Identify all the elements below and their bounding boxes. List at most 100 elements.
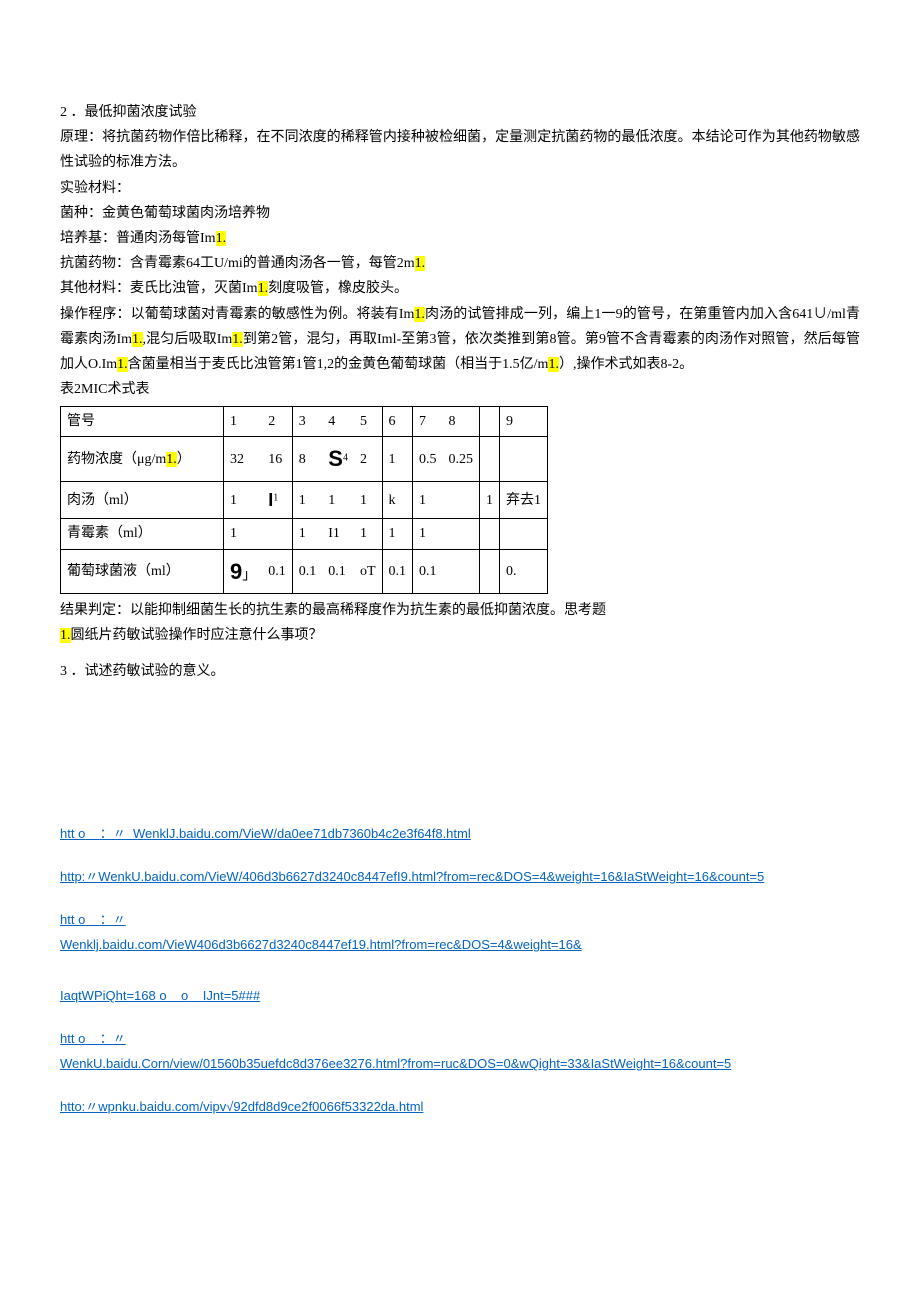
cell: 6 <box>382 407 413 437</box>
link-3[interactable]: htt ο ：〃 Wenklj.baidu.com/VieW406d3b6627… <box>60 912 582 952</box>
cell: 1 <box>480 482 500 519</box>
cell: 1 <box>413 482 443 519</box>
link-4c: WenkU.baidu.Corn/view/01560b35uefdc8d376… <box>60 1056 731 1071</box>
link-block-4: htt ο ：〃 WenkU.baidu.Corn/view/01560b35u… <box>60 1027 860 1077</box>
question-3: 3 ．试述药敏试验的意义。 <box>60 659 860 684</box>
cell <box>480 407 500 437</box>
cell: 1 <box>224 407 263 437</box>
mic-table: 管号 1 2 3 4 5 6 7 8 9 药物浓度（μg/m1.） 32 16 … <box>60 406 548 594</box>
cell <box>480 549 500 594</box>
cell: 弃去1 <box>500 482 548 519</box>
highlight-table-1: 1. <box>166 452 177 467</box>
glyph-9: 9 <box>230 559 242 584</box>
drug-text-a: 抗菌药物：含青霉素64工U/mi的普通肉汤各一管，每管2m <box>60 256 415 271</box>
medium-text-a: 培养基：普通肉汤每管Im <box>60 231 216 246</box>
section-2-title: 2 ．最低抑菌浓度试验 <box>60 100 860 125</box>
cell: 4 <box>322 407 354 437</box>
link-block-5: htto:〃wpnku.baidu.com/vipv√92dfd8d9ce2f0… <box>60 1095 860 1120</box>
table-row: 管号 1 2 3 4 5 6 7 8 9 <box>61 407 548 437</box>
cell: 3 <box>292 407 322 437</box>
cell <box>443 482 480 519</box>
sup-1: 1 <box>273 492 278 503</box>
proc-i: 含菌量相当于麦氏比浊管第1管1,2的金黄色葡萄球菌（相当于1.5亿/m <box>128 357 549 372</box>
link-1[interactable]: htt ο ：〃 WenklJ.baidu.com/VieW/da0ee71db… <box>60 826 471 841</box>
conc-c: ） <box>177 452 191 467</box>
link-5[interactable]: htto:〃wpnku.baidu.com/vipv√92dfd8d9ce2f0… <box>60 1099 423 1114</box>
cell-staph-label: 葡萄球菌液（ml） <box>61 549 224 594</box>
question-1: 1.圆纸片药敏试验操作时应注意什么事项？ <box>60 623 860 648</box>
cell: 1 <box>224 519 263 549</box>
sup-4: 4 <box>343 453 348 464</box>
link-4b: ：〃 <box>100 1031 126 1046</box>
cell: 2 <box>354 437 382 482</box>
table-row: 青霉素（ml） 1 1 I1 1 1 1 <box>61 519 548 549</box>
cell <box>480 437 500 482</box>
link-4[interactable]: htt ο ：〃 WenkU.baidu.Corn/view/01560b35u… <box>60 1031 731 1071</box>
cell-penicillin-label: 青霉素（ml） <box>61 519 224 549</box>
proc-a: 操作程序：以葡萄球菌对青霉素的敏感性为例。将装有Im <box>60 307 414 322</box>
cell <box>500 519 548 549</box>
highlight-q1: 1. <box>60 628 71 643</box>
highlight-6: 1. <box>232 332 243 347</box>
table-row: 肉汤（ml） 1 I1 1 1 1 k 1 1 弃去1 <box>61 482 548 519</box>
other-materials-text: 其他材料：麦氏比浊管，灭菌Im1.刻度吸管，橡皮胶头。 <box>60 276 860 301</box>
cell: k <box>382 482 413 519</box>
link-3b: ：〃 <box>100 912 126 927</box>
cell: 8 <box>292 437 322 482</box>
link-2[interactable]: http:〃WenkU.baidu.com/VieW/406d3b6627d32… <box>60 869 764 884</box>
cell: 0.1 <box>292 549 322 594</box>
cell: 0.1 <box>382 549 413 594</box>
cell: 1 <box>322 482 354 519</box>
cell: 1 <box>413 519 443 549</box>
highlight-3: 1. <box>258 281 269 296</box>
link-1b: ：〃 <box>100 826 126 841</box>
drug-text: 抗菌药物：含青霉素64工U/mi的普通肉汤各一管，每管2m1. <box>60 251 860 276</box>
cell <box>262 519 292 549</box>
link-3c: Wenklj.baidu.com/VieW406d3b6627d3240c844… <box>60 937 582 952</box>
glyph-s: S <box>328 446 343 471</box>
cell: 0. <box>500 549 548 594</box>
cell: I1 <box>262 482 292 519</box>
highlight-5: 1. <box>132 332 143 347</box>
cell: 0.5 <box>413 437 443 482</box>
link-3d1: IaqtWPiQht=168 ο <box>60 988 167 1003</box>
cell: oT <box>354 549 382 594</box>
highlight-1: 1. <box>216 231 227 246</box>
link-1c: WenklJ.baidu.com/VieW/da0ee71db7360b4c2e… <box>133 826 471 841</box>
cell: 1 <box>224 482 263 519</box>
cell: 1 <box>354 519 382 549</box>
result-text: 结果判定：以能抑制细菌生长的抗生素的最高稀释度作为抗生素的最低抑菌浓度。思考题 <box>60 598 860 623</box>
link-3a: htt ο <box>60 912 85 927</box>
cell: 5 <box>354 407 382 437</box>
cell: 2 <box>262 407 292 437</box>
link-3d[interactable]: IaqtWPiQht=168 ο ο IJnt=5### <box>60 988 260 1003</box>
link-1a: htt ο <box>60 826 85 841</box>
cell: 0.25 <box>443 437 480 482</box>
cell: 1 <box>292 482 322 519</box>
highlight-2: 1. <box>415 256 426 271</box>
table-row: 葡萄球菌液（ml） 9」 0.1 0.1 0.1 oT 0.1 0.1 0. <box>61 549 548 594</box>
cell: 1 <box>382 519 413 549</box>
cell: I1 <box>322 519 354 549</box>
link-3f: IJnt=5### <box>203 988 260 1003</box>
cell <box>443 549 480 594</box>
conc-a: 药物浓度（μg/m <box>67 452 166 467</box>
cell <box>500 437 548 482</box>
procedure-text: 操作程序：以葡萄球菌对青霉素的敏感性为例。将装有Im1.肉汤的试管排成一列，编上… <box>60 302 860 378</box>
cell: 16 <box>262 437 292 482</box>
cell-tube-label: 管号 <box>61 407 224 437</box>
table-caption: 表2MIC术式表 <box>60 377 860 402</box>
spacer <box>60 684 860 804</box>
cell: S4 <box>322 437 354 482</box>
cell: 1 <box>382 437 413 482</box>
cell: 0.1 <box>262 549 292 594</box>
other-c: 刻度吸管，橡皮胶头。 <box>268 281 408 296</box>
link-block-2: http:〃WenkU.baidu.com/VieW/406d3b6627d32… <box>60 865 860 890</box>
cell: 1 <box>354 482 382 519</box>
principle-text: 原理：将抗菌药物作倍比稀释，在不同浓度的稀释管内接种被检细菌，定量测定抗菌药物的… <box>60 125 860 175</box>
cell: 1 <box>292 519 322 549</box>
cell: 0.1 <box>322 549 354 594</box>
proc-k: ）,操作术式如表8-2。 <box>559 357 693 372</box>
glyph-sub: 」 <box>242 568 256 583</box>
cell: 7 <box>413 407 443 437</box>
